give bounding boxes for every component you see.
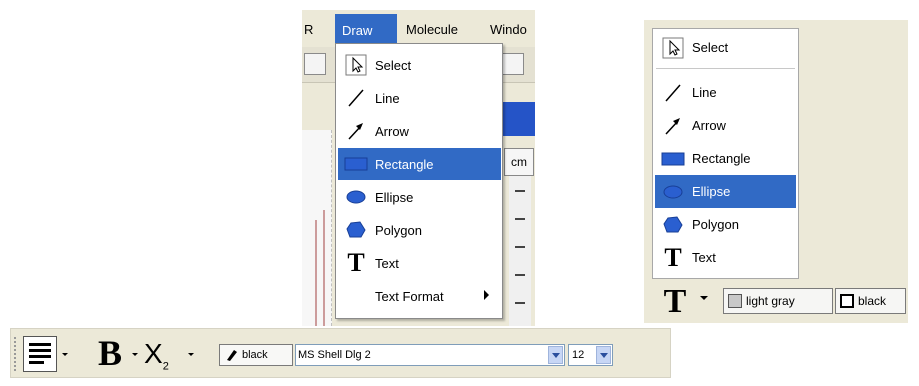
arrow-icon <box>343 118 369 144</box>
subscript-button[interactable]: X2 <box>144 335 184 373</box>
menu-item-label: Rectangle <box>375 156 434 172</box>
font-color-label: black <box>242 349 268 361</box>
menu-item-text[interactable]: T Text <box>338 247 501 279</box>
line-icon <box>343 85 369 111</box>
palette-item-label: Rectangle <box>692 151 751 166</box>
menu-item-line[interactable]: Line <box>338 82 501 114</box>
toolbar-button[interactable] <box>304 53 326 75</box>
menu-item-label: Line <box>375 90 400 106</box>
chevron-down-icon[interactable] <box>62 353 68 356</box>
menu-item-label: Polygon <box>375 222 422 238</box>
menu-item-label: Select <box>375 57 412 73</box>
menu-item-polygon[interactable]: Polygon <box>338 214 501 246</box>
chevron-down-icon[interactable] <box>132 353 138 356</box>
line-icon <box>660 80 686 106</box>
font-name-select[interactable]: MS Shell Dlg 2 <box>295 344 565 366</box>
font-color-button[interactable]: black <box>219 344 293 366</box>
menu-item-select[interactable]: Select <box>338 49 501 81</box>
palette-item-label: Text <box>692 250 716 265</box>
palette-item-ellipse[interactable]: Ellipse <box>655 175 796 208</box>
rectangle-icon <box>343 151 369 177</box>
palette-item-arrow[interactable]: Arrow <box>655 109 796 142</box>
text-tool-button[interactable]: T <box>654 284 696 320</box>
toolbar-button[interactable] <box>502 53 524 75</box>
vertical-ruler <box>509 176 531 326</box>
palette-item-rectangle[interactable]: Rectangle <box>655 142 796 175</box>
palette-divider <box>656 68 795 69</box>
palette-item-label: Ellipse <box>692 184 731 199</box>
menu-item-label: Text <box>375 255 399 271</box>
chevron-down-icon[interactable] <box>188 353 194 356</box>
align-left-icon <box>29 343 51 346</box>
menu-item-arrow[interactable]: Arrow <box>338 115 501 147</box>
black-swatch-icon <box>840 294 854 308</box>
palette-item-label: Polygon <box>692 217 739 232</box>
drawing-canvas[interactable] <box>302 130 332 326</box>
font-name-value: MS Shell Dlg 2 <box>298 349 371 361</box>
select-arrow-icon <box>343 52 369 78</box>
subscript-digit: 2 <box>162 360 169 373</box>
menu-item-ellipse[interactable]: Ellipse <box>338 181 501 213</box>
font-size-value: 12 <box>572 349 585 361</box>
palette-item-label: Line <box>692 85 717 100</box>
menu-molecule[interactable]: Molecule <box>406 20 458 40</box>
ellipse-icon <box>343 184 369 210</box>
menu-bar: R Draw Molecule Windo <box>302 10 535 47</box>
ellipse-icon <box>660 179 686 205</box>
rectangle-icon <box>660 146 686 172</box>
tool-palette-menu: Select Line Arrow Rectangle Ellipse Poly… <box>652 28 799 279</box>
palette-style-bar: T light gray black <box>644 280 908 323</box>
text-format-toolbar: B X2 black MS Shell Dlg 2 12 <box>10 328 671 378</box>
fill-color-button[interactable]: light gray <box>723 288 833 314</box>
palette-item-line[interactable]: Line <box>655 76 796 109</box>
stroke-color-button[interactable]: black <box>835 288 906 314</box>
window-titlebar-fragment <box>502 102 535 136</box>
arrow-icon <box>660 113 686 139</box>
menu-r[interactable]: R <box>304 20 313 40</box>
polygon-icon <box>343 217 369 243</box>
fill-color-label: light gray <box>746 294 795 308</box>
subscript-glyph: X <box>144 338 163 369</box>
unit-cm-button[interactable]: cm <box>504 148 534 176</box>
menu-item-text-format[interactable]: Text Format <box>338 280 501 312</box>
menu-item-label: Arrow <box>375 123 409 139</box>
bold-button[interactable]: B <box>93 332 127 374</box>
pen-icon <box>227 350 237 361</box>
palette-item-label: Arrow <box>692 118 726 133</box>
align-left-button[interactable] <box>23 336 57 372</box>
text-icon: T <box>347 248 365 277</box>
chevron-down-icon[interactable] <box>548 346 563 364</box>
light-gray-swatch-icon <box>728 294 742 308</box>
menu-item-label: Text Format <box>375 288 444 304</box>
palette-item-polygon[interactable]: Polygon <box>655 208 796 241</box>
draw-dropdown-menu: Select Line Arrow Rectangle Ellipse Poly… <box>335 43 503 319</box>
text-icon: T <box>664 242 682 272</box>
menu-item-rectangle[interactable]: Rectangle <box>338 148 501 180</box>
menu-window[interactable]: Windo <box>490 20 527 40</box>
chevron-down-icon[interactable] <box>700 296 708 300</box>
submenu-arrow-icon <box>484 290 489 300</box>
palette-item-select[interactable]: Select <box>655 31 796 64</box>
stroke-color-label: black <box>858 294 887 308</box>
chevron-down-icon[interactable] <box>596 346 611 364</box>
toolbar-grip[interactable] <box>14 337 17 371</box>
select-arrow-icon <box>660 35 686 61</box>
palette-item-label: Select <box>692 40 729 55</box>
font-size-select[interactable]: 12 <box>568 344 613 366</box>
menu-item-label: Ellipse <box>375 189 414 205</box>
palette-item-text[interactable]: T Text <box>655 241 796 274</box>
polygon-icon <box>660 212 686 238</box>
